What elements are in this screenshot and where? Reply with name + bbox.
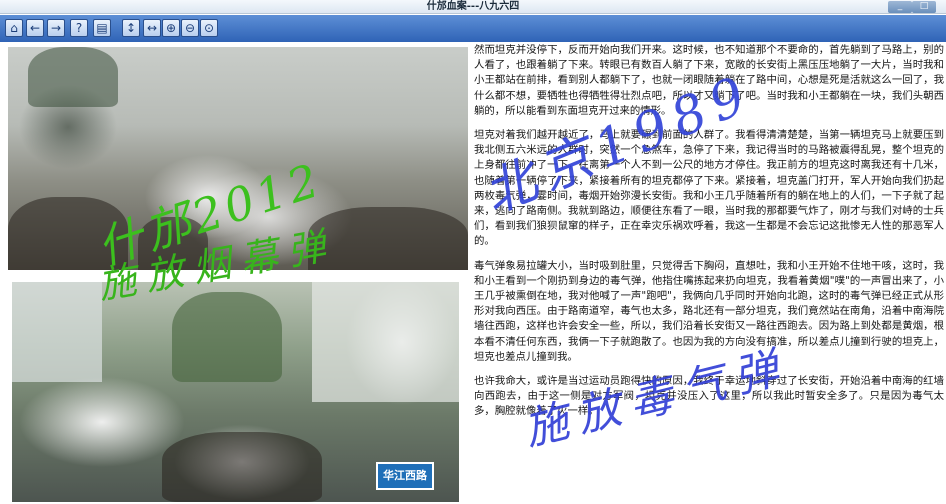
protest-photo-top — [8, 47, 468, 270]
zoom-reset-icon: ⊙ — [203, 21, 215, 35]
crowd-shape — [162, 432, 322, 502]
crowd-shape — [8, 197, 128, 270]
building-shape — [12, 282, 102, 382]
title-bar: 什邡血案---八九六四 _ □ — [0, 0, 946, 14]
back-button[interactable]: ← — [26, 19, 44, 37]
home-icon: ⌂ — [10, 21, 18, 35]
crowd-shape — [138, 217, 208, 270]
zoom-in-icon: ⊕ — [165, 21, 177, 35]
zoom-out-button[interactable]: ⊖ — [181, 19, 199, 37]
protest-photo-bottom: 华江西路 — [12, 282, 459, 502]
article-paragraph: 然而坦克并没停下，反而开始向我们开来。这时候，也不知道那个不要命的，首先躺到了马… — [474, 44, 944, 117]
fit-width-icon: ↔ — [146, 21, 158, 35]
article-text: 然而坦克并没停下，反而开始向我们开来。这时候，也不知道那个不要命的，首先躺到了马… — [474, 43, 944, 504]
article-paragraph: 也许我命大，或许是当过运动员跑得快的原因，我终于幸运地斜穿过了长安街，开始沿着中… — [474, 375, 944, 418]
minimize-icon[interactable]: _ — [888, 1, 912, 13]
arrow-left-icon: ← — [29, 21, 41, 35]
article-paragraph: 毒气弹象易拉罐大小，当时吸到肚里，只觉得舌下胸闷，直想吐，我和小王开始不住地干咳… — [474, 259, 944, 363]
fit-height-icon: ↕ — [125, 21, 137, 35]
forward-button[interactable]: → — [47, 19, 65, 37]
article-paragraph: 坦克对着我们越开越近了，马上就要碾到前面的人群了。我看得清清楚楚，当第一辆坦克马… — [474, 129, 944, 248]
window-title: 什邡血案---八九六四 — [426, 1, 520, 12]
fit-height-button[interactable]: ↕ — [122, 19, 140, 37]
help-button[interactable]: ? — [70, 19, 88, 37]
zoom-out-icon: ⊖ — [184, 21, 196, 35]
street-sign: 华江西路 — [376, 462, 434, 490]
maximize-icon[interactable]: □ — [912, 1, 936, 13]
zoom-reset-button[interactable]: ⊙ — [200, 19, 218, 37]
home-button[interactable]: ⌂ — [5, 19, 23, 37]
help-icon: ? — [75, 21, 83, 35]
document-settings-icon: ▤ — [96, 21, 108, 35]
fit-width-button[interactable]: ↔ — [143, 19, 161, 37]
tree-shape — [172, 292, 282, 382]
tree-shape — [28, 47, 118, 107]
building-shape — [312, 282, 459, 402]
zoom-in-button[interactable]: ⊕ — [162, 19, 180, 37]
crowd-shape — [308, 207, 468, 270]
arrow-right-icon: → — [50, 21, 62, 35]
page-settings-button[interactable]: ▤ — [93, 19, 111, 37]
toolbar: ⌂ ← → ? ▤ ↕ ↔ ⊕ ⊖ ⊙ — [0, 15, 946, 42]
